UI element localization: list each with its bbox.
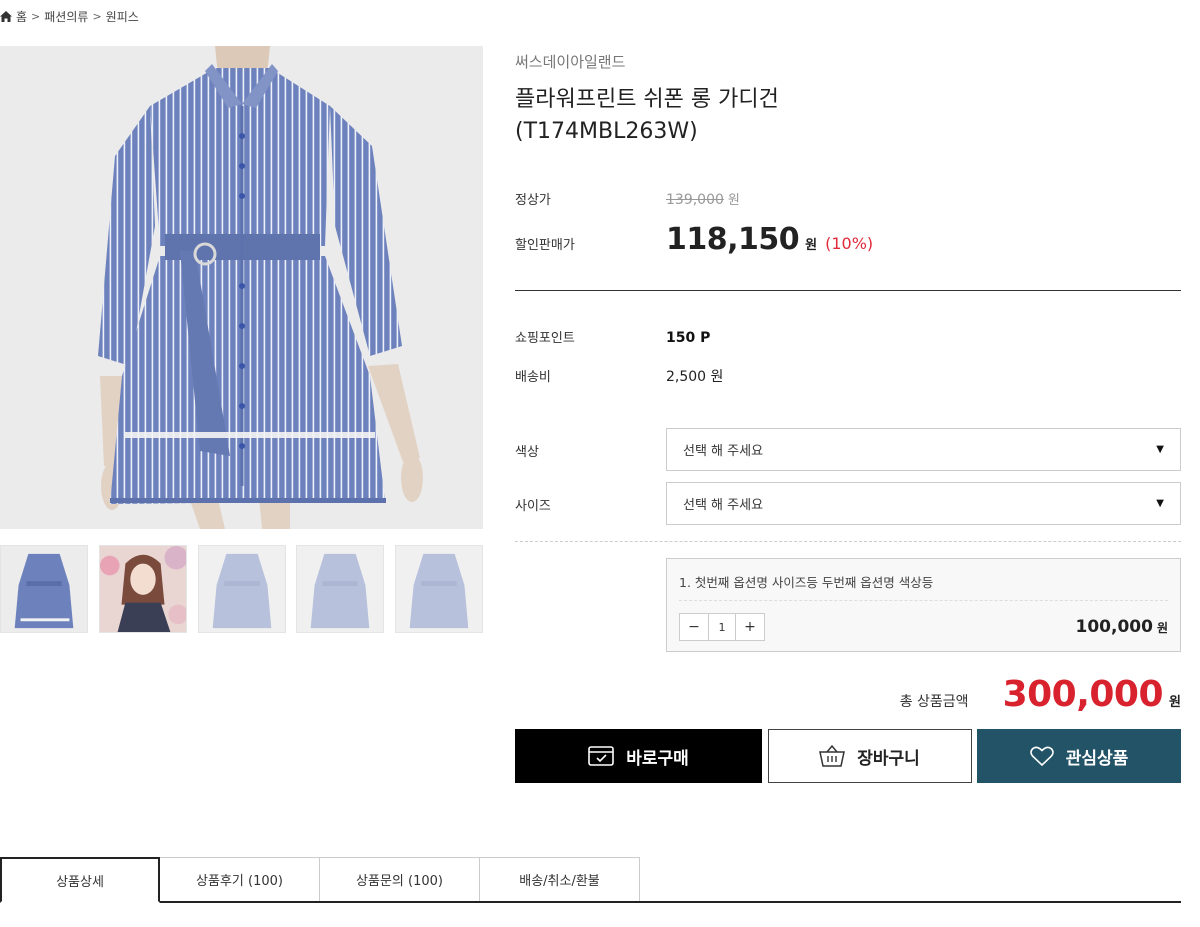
sale-price-label: 할인판매가 (515, 238, 575, 253)
caret-down-icon: ▼ (1156, 444, 1164, 455)
breadcrumb: 홈 > 패션의류 > 원피스 (0, 8, 139, 25)
regular-price-row: 정상가 139,000 원 (515, 189, 740, 208)
selected-option-price: 100,000 원 (1076, 617, 1168, 637)
options-divider (515, 541, 1181, 542)
points-value: 150 P (666, 330, 711, 346)
total-price: 총 상품금액 300,000 원 (900, 674, 1181, 715)
selected-option-divider (679, 600, 1168, 601)
selected-option-price-unit: 원 (1156, 621, 1168, 635)
product-info: 써스데이아일랜드 플라워프린트 쉬폰 롱 가디건 (T174MBL263W) 정… (515, 46, 1181, 783)
add-to-cart-label: 장바구니 (857, 748, 920, 769)
color-option-row: 색상 (515, 441, 666, 460)
thumbnail-dress-image (1, 546, 87, 632)
thumbnail-dress-image (198, 546, 285, 632)
selected-option-name: 1. 첫번째 옵션명 사이즈등 두번째 옵션명 색상등 (679, 575, 934, 590)
size-select-value: 선택 해 주세요 (683, 498, 764, 513)
total-price-label: 총 상품금액 (899, 694, 969, 710)
action-buttons: 바로구매 장바구니 관심상품 (515, 729, 1181, 783)
color-select-value: 선택 해 주세요 (683, 444, 764, 459)
basket-icon (819, 744, 846, 767)
quantity-input[interactable]: 1 (708, 614, 736, 640)
add-to-cart-button[interactable]: 장바구니 (767, 729, 972, 783)
buy-now-label: 바로구매 (626, 748, 689, 769)
thumbnail-dress-image (396, 546, 482, 632)
regular-price-unit: 원 (727, 193, 740, 208)
wishlist-button[interactable]: 관심상품 (977, 729, 1181, 783)
product-main-image[interactable] (0, 46, 483, 529)
buy-now-button[interactable]: 바로구매 (515, 729, 762, 783)
home-icon[interactable] (0, 11, 12, 22)
points-row: 쇼핑포인트 150 P (515, 327, 710, 346)
points-label: 쇼핑포인트 (515, 331, 575, 346)
quantity-stepper: − 1 + (679, 613, 765, 641)
thumbnail-model-image (99, 546, 186, 632)
section-divider (515, 290, 1181, 291)
tab-qna[interactable]: 상품문의 (100) (320, 857, 480, 901)
color-label: 색상 (515, 445, 539, 460)
thumbnail-2[interactable] (98, 545, 187, 633)
shipping-row: 배송비 2,500 원 (515, 366, 723, 386)
size-label: 사이즈 (515, 499, 551, 514)
selected-option-panel: 1. 첫번째 옵션명 사이즈등 두번째 옵션명 색상등 − 1 + 100,00… (666, 558, 1181, 652)
thumbnail-3[interactable] (197, 545, 286, 633)
shipping-value: 2,500 원 (666, 369, 724, 385)
regular-price-value: 139,000 (666, 192, 724, 208)
thumbnail-4[interactable] (296, 545, 385, 633)
wishlist-label: 관심상품 (1065, 748, 1129, 769)
tab-reviews[interactable]: 상품후기 (100) (160, 857, 320, 901)
product-tabs: 상품상세 상품후기 (100) 상품문의 (100) 배송/취소/환불 (0, 857, 1181, 903)
card-check-icon (588, 746, 615, 766)
product-title: 플라워프린트 쉬폰 롱 가디건 (T174MBL263W) (515, 84, 1181, 148)
product-title-code: (T174MBL263W) (515, 119, 698, 144)
total-price-value: 300,000 (1002, 674, 1164, 715)
regular-price-label: 정상가 (515, 193, 551, 208)
quantity-decrease-button[interactable]: − (680, 614, 708, 640)
thumbnail-strip (0, 545, 483, 633)
quantity-increase-button[interactable]: + (736, 614, 764, 640)
total-price-unit: 원 (1169, 695, 1181, 710)
thumbnail-dress-image (297, 546, 384, 632)
dress-illustration (0, 46, 483, 529)
tab-product-detail[interactable]: 상품상세 (0, 857, 160, 903)
thumbnail-5[interactable] (395, 545, 483, 633)
shipping-label: 배송비 (515, 370, 551, 385)
breadcrumb-item-home[interactable]: 홈 (16, 8, 27, 25)
color-select[interactable]: 선택 해 주세요 ▼ (666, 428, 1181, 471)
heart-icon (1029, 746, 1054, 766)
breadcrumb-separator: > (92, 10, 102, 23)
tab-shipping-returns[interactable]: 배송/취소/환불 (480, 857, 640, 901)
breadcrumb-separator: > (31, 10, 41, 23)
thumbnail-1[interactable] (0, 545, 88, 633)
product-title-name: 플라워프린트 쉬폰 롱 가디건 (515, 87, 779, 112)
discount-percent: (10%) (825, 234, 874, 253)
sale-price-row: 할인판매가 118,150 원 (10%) (515, 222, 873, 257)
size-option-row: 사이즈 (515, 495, 666, 514)
sale-price-value: 118,150 (666, 222, 800, 257)
brand-name[interactable]: 써스데이아일랜드 (515, 51, 1181, 72)
breadcrumb-item-subcategory[interactable]: 원피스 (106, 8, 139, 25)
caret-down-icon: ▼ (1156, 498, 1164, 509)
sale-price-unit: 원 (805, 238, 818, 253)
selected-option-price-value: 100,000 (1075, 617, 1153, 637)
breadcrumb-item-category[interactable]: 패션의류 (44, 8, 88, 25)
size-select[interactable]: 선택 해 주세요 ▼ (666, 482, 1181, 525)
